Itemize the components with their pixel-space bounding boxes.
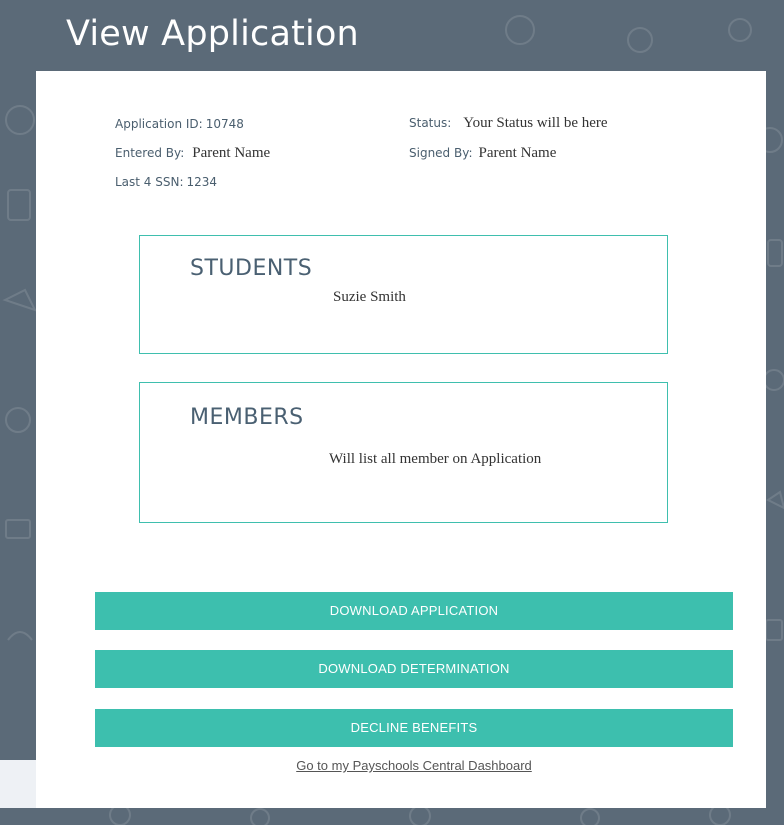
status-label: Status: — [409, 116, 452, 130]
students-box: STUDENTS Suzie Smith — [139, 235, 668, 354]
last-4-ssn-value: 1234 — [186, 175, 218, 189]
students-heading: STUDENTS — [190, 256, 313, 281]
entered-by-value: Parent Name — [192, 145, 271, 161]
application-id-row: Application ID: 10748 — [115, 117, 244, 131]
status-value: Your Status will be here — [463, 115, 608, 131]
last-4-ssn-row: Last 4 SSN: 1234 — [115, 175, 217, 189]
signed-by-label: Signed By: — [409, 146, 473, 160]
decline-benefits-button[interactable]: DECLINE BENEFITS — [95, 709, 733, 747]
signed-by-value: Parent Name — [478, 145, 557, 161]
dashboard-link[interactable]: Go to my Payschools Central Dashboard — [36, 758, 784, 773]
members-list-text: Will list all member on Application — [329, 451, 542, 467]
entered-by-row: Entered By: Parent Name — [115, 145, 270, 162]
status-row: Status: Your Status will be here — [409, 115, 608, 132]
members-box: MEMBERS Will list all member on Applicat… — [139, 382, 668, 523]
members-heading: MEMBERS — [190, 405, 304, 430]
last-4-ssn-label: Last 4 SSN: — [115, 175, 184, 189]
entered-by-label: Entered By: — [115, 146, 185, 160]
left-side-panel — [0, 760, 36, 808]
application-card: Application ID: 10748 Entered By: Parent N… — [36, 71, 766, 808]
application-id-value: 10748 — [205, 117, 244, 131]
student-name: Suzie Smith — [333, 289, 406, 305]
application-id-label: Application ID: — [115, 117, 203, 131]
download-application-button[interactable]: DOWNLOAD APPLICATION — [95, 592, 733, 630]
signed-by-row: Signed By: Parent Name — [409, 145, 556, 162]
download-determination-button[interactable]: DOWNLOAD DETERMINATION — [95, 650, 733, 688]
page-title: View Application — [66, 14, 359, 54]
